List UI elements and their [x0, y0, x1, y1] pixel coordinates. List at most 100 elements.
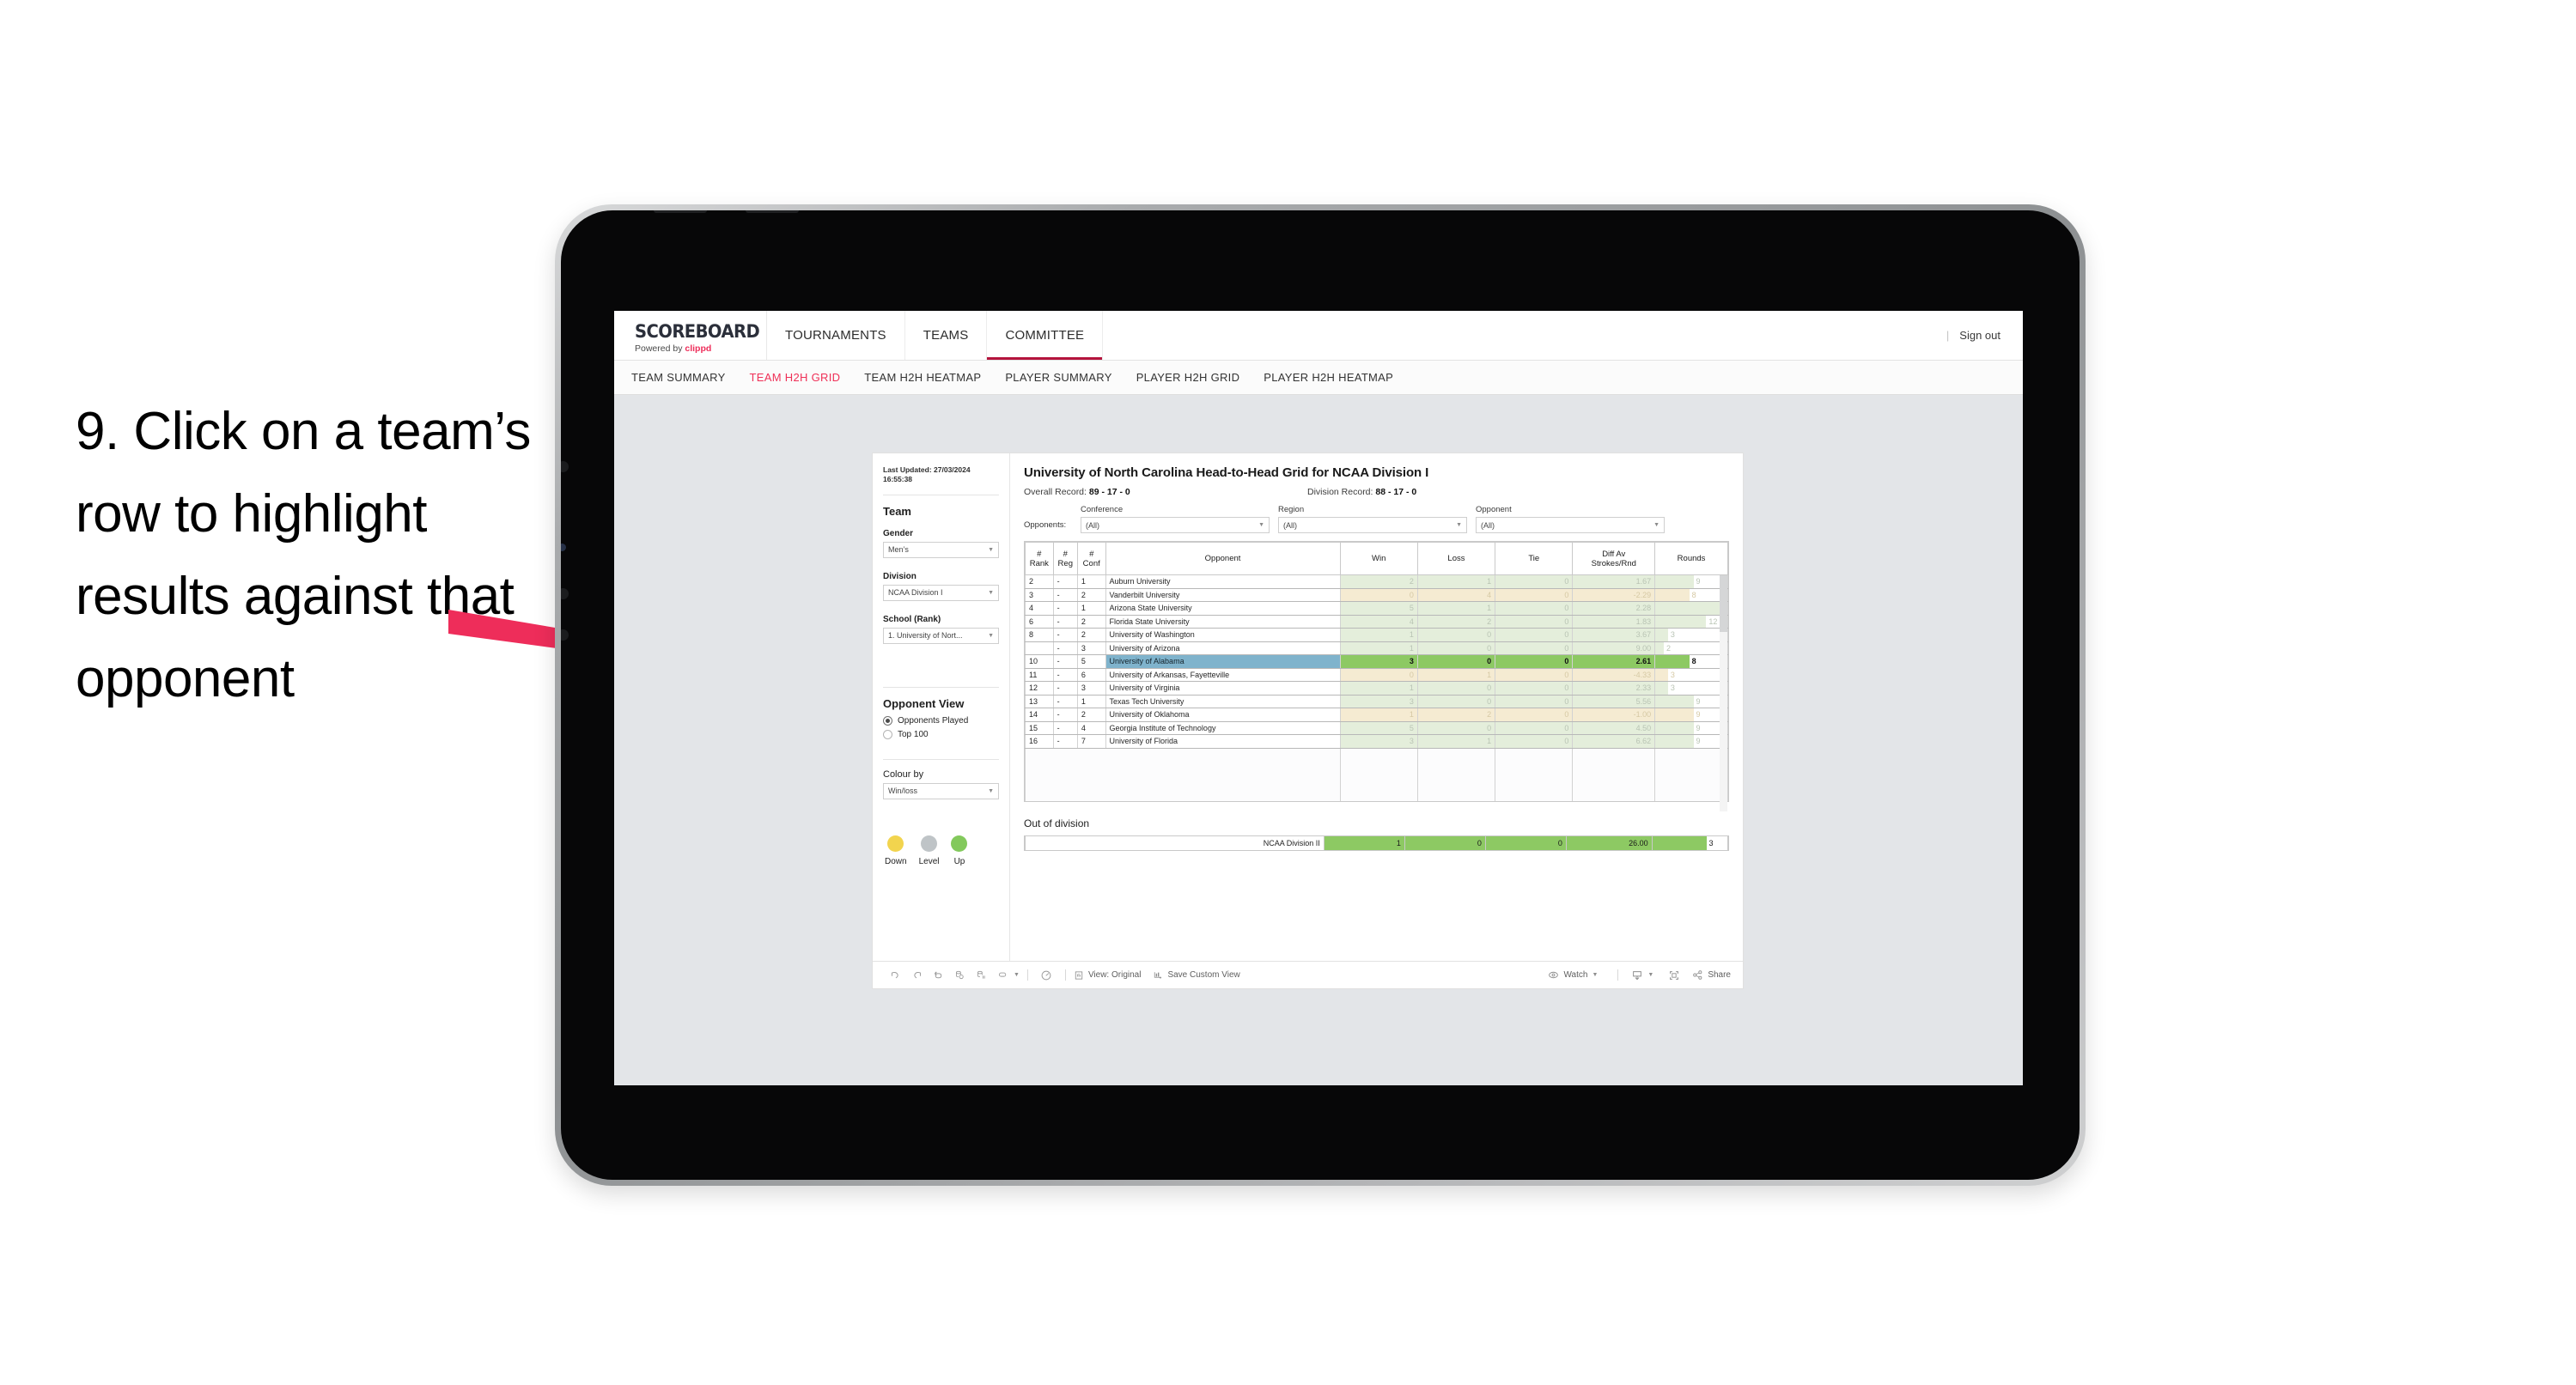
region-filter: Region (All) ▼: [1278, 505, 1467, 533]
tab-team-h2h-grid[interactable]: TEAM H2H GRID: [750, 371, 841, 384]
nav-item-tournaments[interactable]: TOURNAMENTS: [767, 311, 905, 360]
signout-link[interactable]: Sign out: [1959, 329, 2001, 342]
school-select[interactable]: 1. University of Nort... ▼: [883, 627, 999, 644]
division-select[interactable]: NCAA Division I ▼: [883, 584, 999, 601]
table-row[interactable]: 6-2 Florida State University 4 2 0 1.83 12: [1025, 615, 1728, 629]
tab-player-h2h-grid[interactable]: PLAYER H2H GRID: [1136, 371, 1240, 384]
school-field: School (Rank) 1. University of Nort... ▼: [883, 615, 999, 644]
redo-icon[interactable]: [906, 969, 928, 981]
pause-auto-update-icon[interactable]: [1036, 969, 1057, 981]
division-record: Division Record: 88 - 17 - 0: [1307, 487, 1416, 497]
table-row[interactable]: NCAA Division II 1 0 0 26.00 3: [1025, 836, 1729, 850]
ood-rounds-bar: [1652, 836, 1707, 850]
cell-diff: -2.29: [1572, 588, 1656, 602]
chevron-down-icon: ▼: [1653, 522, 1659, 528]
table-row[interactable]: 4-1Arizona State University5102.2817: [1025, 601, 1728, 616]
cell-reg: -: [1052, 695, 1078, 708]
tab-player-summary[interactable]: PLAYER SUMMARY: [1005, 371, 1111, 384]
colour-by-value: Win/loss: [888, 787, 918, 796]
radio-opponents-played[interactable]: Opponents Played: [883, 715, 999, 726]
radio-top-100[interactable]: Top 100: [883, 729, 999, 739]
gender-select[interactable]: Men’s ▼: [883, 541, 999, 558]
share-label: Share: [1708, 970, 1731, 980]
rounds-value: 9: [1696, 710, 1701, 720]
tablet-side-button-4: [561, 629, 569, 641]
cell-opponent: University of Virginia: [1105, 681, 1341, 696]
cell-conf: 2: [1076, 588, 1106, 602]
region-select[interactable]: (All) ▼: [1278, 517, 1467, 533]
tab-team-summary[interactable]: TEAM SUMMARY: [631, 371, 726, 384]
opponent-filters: Opponents: Conference (All) ▼ Region (Al…: [1024, 505, 1729, 533]
download-icon[interactable]: [1626, 969, 1647, 981]
chevron-down-icon[interactable]: ▼: [1014, 972, 1020, 978]
colour-by-select[interactable]: Win/loss ▼: [883, 782, 999, 799]
table-row[interactable]: 11-6 University of Arkansas, Fayetteville…: [1025, 668, 1728, 682]
ood-loss: 0: [1404, 836, 1486, 850]
school-label: School (Rank): [883, 614, 941, 624]
chevron-down-icon: ▼: [1592, 972, 1599, 978]
cell-diff: 2.33: [1572, 681, 1656, 696]
grid-vertical-scrollbar[interactable]: [1720, 575, 1727, 811]
ood-win: 1: [1323, 836, 1405, 850]
tab-player-h2h-heatmap[interactable]: PLAYER H2H HEATMAP: [1264, 371, 1393, 384]
chevron-down-icon[interactable]: ▼: [1647, 972, 1653, 978]
undo-icon[interactable]: [885, 969, 906, 981]
tab-team-h2h-heatmap[interactable]: TEAM H2H HEATMAP: [864, 371, 981, 384]
table-row[interactable]: 15-4 Georgia Institute of Technology 5 0 0 4.…: [1025, 721, 1728, 735]
cell-rounds: 8: [1654, 588, 1728, 602]
table-row[interactable]: 13-1 Texas Tech University 3 0 0 5.56 9: [1025, 695, 1728, 708]
refresh-data-icon[interactable]: [949, 969, 971, 981]
cell-diff: 2.28: [1572, 601, 1656, 616]
table-row[interactable]: 14-2 University of Oklahoma 1 2 0 -1.00 9: [1025, 708, 1728, 722]
pause-data-icon[interactable]: [971, 969, 992, 981]
cell-rank: 6: [1025, 615, 1054, 629]
cell-rounds: 12: [1654, 615, 1728, 629]
table-row[interactable]: 3-2 Vanderbilt University 0 4 0 -2.29 8: [1025, 588, 1728, 602]
rounds-value: 3: [1670, 670, 1675, 679]
cell-rounds: 9: [1654, 721, 1728, 735]
filler-tie: [1495, 761, 1574, 775]
tablet-frame: SCOREBOARD Powered by clippd TOURNAMENTS…: [555, 204, 2086, 1186]
col-conf: # Conf: [1076, 542, 1106, 575]
cell-opponent: University of Arizona: [1105, 641, 1341, 655]
conference-select[interactable]: (All) ▼: [1081, 517, 1270, 533]
cell-conf: 2: [1076, 708, 1106, 722]
cell-win: 0: [1339, 668, 1418, 682]
save-custom-view-label: Save Custom View: [1167, 970, 1240, 980]
division-value: NCAA Division I: [888, 588, 943, 598]
ood-rounds-cell: 3: [1651, 836, 1729, 850]
cell-reg: -: [1052, 681, 1078, 696]
table-row[interactable]: 8-2 University of Washington 1 0 0 3.67 3: [1025, 628, 1728, 642]
cell-win: 0: [1339, 588, 1418, 602]
filler-win: [1339, 748, 1418, 762]
cell-rank: 4: [1025, 601, 1054, 616]
table-row[interactable]: 12-3 University of Virginia 1 0 0 2.33 3: [1025, 681, 1728, 696]
table-row[interactable]: 10-5 University of Alabama 3 0 0 2.61 8: [1025, 654, 1728, 669]
table-row[interactable]: 16-7 University of Florida 3 1 0 6.62 9: [1025, 734, 1728, 749]
cell-conf: 5: [1076, 654, 1106, 669]
cell-conf: 7: [1076, 734, 1106, 749]
cell-conf: 3: [1076, 681, 1106, 696]
cell-conf: 1: [1076, 574, 1106, 589]
watch-button[interactable]: Watch ▼: [1548, 969, 1598, 981]
highlight-icon[interactable]: [992, 969, 1014, 981]
rounds-value: 2: [1666, 643, 1671, 653]
opponent-select[interactable]: (All) ▼: [1476, 517, 1665, 533]
rounds-bar: [1655, 629, 1668, 641]
division-label: Division: [883, 571, 917, 581]
nav-item-teams[interactable]: TEAMS: [905, 311, 988, 360]
table-row[interactable]: -3 University of Arizona 1 0 0 9.00 2: [1025, 641, 1728, 655]
cell-reg: -: [1052, 615, 1078, 629]
toolbar-divider-1: [1026, 969, 1028, 981]
revert-icon[interactable]: [928, 969, 949, 981]
filler-win: [1339, 761, 1418, 775]
table-row[interactable]: 2-1 Auburn University 2 1 0 1.67 9: [1025, 574, 1728, 589]
save-custom-view-button[interactable]: Save Custom View: [1153, 970, 1240, 981]
view-original-button[interactable]: View: Original: [1074, 970, 1141, 981]
grid-scrollbar-thumb[interactable]: [1720, 575, 1727, 632]
nav-item-committee[interactable]: COMMITTEE: [987, 311, 1104, 360]
share-button[interactable]: Share: [1692, 969, 1731, 981]
legend-label-level: Level: [918, 856, 940, 866]
fullscreen-icon[interactable]: [1663, 969, 1684, 981]
cell-tie: 0: [1495, 588, 1574, 602]
